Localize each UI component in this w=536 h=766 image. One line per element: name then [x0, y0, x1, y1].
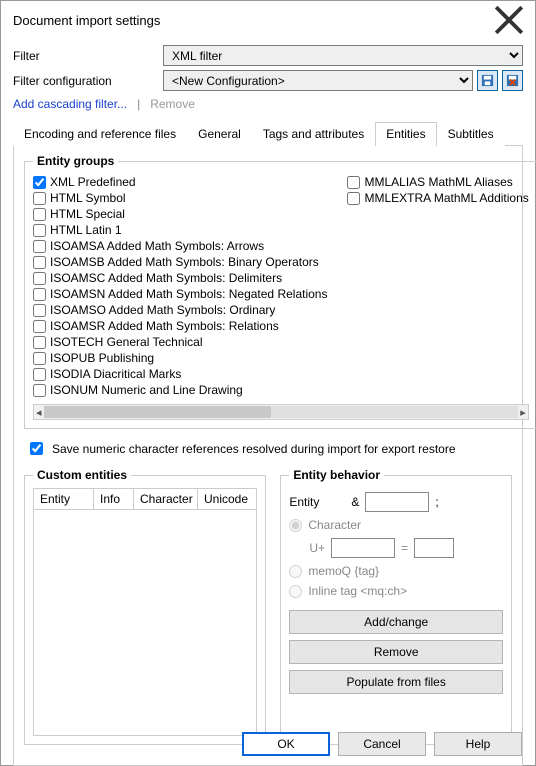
tab-tag[interactable]: Tags and attributes [252, 122, 375, 146]
col-character[interactable]: Character [134, 489, 198, 509]
tab-ent[interactable]: Entities [375, 122, 436, 146]
entity-group-checkbox[interactable]: HTML Special [33, 206, 327, 222]
add-cascading-filter-link[interactable]: Add cascading filter... [13, 97, 127, 111]
entity-group-checkbox[interactable]: ISOAMSN Added Math Symbols: Negated Rela… [33, 286, 327, 302]
entity-group-checkbox[interactable]: ISOAMSO Added Math Symbols: Ordinary [33, 302, 327, 318]
entity-group-checkbox[interactable]: MMLEXTRA MathML Additions [347, 190, 528, 206]
entity-label: Entity [289, 495, 345, 509]
col-info[interactable]: Info [94, 489, 134, 509]
populate-button[interactable]: Populate from files [289, 670, 503, 694]
tab-gen[interactable]: General [187, 122, 252, 146]
unicode-input[interactable] [331, 538, 395, 558]
tab-enc[interactable]: Encoding and reference files [13, 122, 187, 146]
close-icon[interactable] [493, 9, 525, 31]
filter-config-label: Filter configuration [13, 74, 163, 88]
col-unicode[interactable]: Unicode [198, 489, 256, 509]
scroll-left-icon[interactable]: ◂ [36, 406, 42, 419]
custom-entities-legend: Custom entities [33, 468, 131, 482]
horizontal-scrollbar[interactable]: ◂ ▸ [33, 404, 529, 420]
char-output[interactable] [414, 538, 454, 558]
tab-sub[interactable]: Subtitles [437, 122, 505, 146]
entity-group-checkbox[interactable]: ISOAMSC Added Math Symbols: Delimiters [33, 270, 327, 286]
entity-group-checkbox[interactable]: HTML Latin 1 [33, 222, 327, 238]
filter-config-select[interactable]: <New Configuration> [163, 70, 473, 91]
custom-entities-fieldset: Custom entities Entity Info Character Un… [24, 468, 266, 745]
save-config-icon[interactable] [477, 70, 498, 91]
remove-entity-button[interactable]: Remove [289, 640, 503, 664]
entity-group-checkbox[interactable]: HTML Symbol [33, 190, 327, 206]
radio-character[interactable]: Character [289, 518, 503, 532]
uplus-label: U+ [309, 541, 325, 555]
window-title: Document import settings [13, 13, 160, 28]
add-change-button[interactable]: Add/change [289, 610, 503, 634]
entity-group-checkbox[interactable]: ISOAMSR Added Math Symbols: Relations [33, 318, 327, 334]
entity-name-input[interactable] [365, 492, 429, 512]
filter-select[interactable]: XML filter [163, 45, 523, 66]
entity-behavior-legend: Entity behavior [289, 468, 384, 482]
entity-behavior-fieldset: Entity behavior Entity & ; Character U+ … [280, 468, 512, 745]
entity-group-checkbox[interactable]: ISOAMSB Added Math Symbols: Binary Opera… [33, 254, 327, 270]
entity-group-checkbox[interactable]: MMLALIAS MathML Aliases [347, 174, 528, 190]
filter-label: Filter [13, 49, 163, 63]
entity-groups-fieldset: Entity groups XML PredefinedHTML SymbolH… [24, 154, 536, 429]
help-button[interactable]: Help [434, 732, 522, 756]
separator: | [137, 97, 140, 111]
scroll-right-icon[interactable]: ▸ [520, 406, 526, 419]
col-entity[interactable]: Entity [34, 489, 94, 509]
entity-group-checkbox[interactable]: ISONUM Numeric and Line Drawing [33, 382, 327, 398]
cancel-button[interactable]: Cancel [338, 732, 426, 756]
entity-group-checkbox[interactable]: XML Predefined [33, 174, 327, 190]
entity-group-checkbox[interactable]: ISOAMSA Added Math Symbols: Arrows [33, 238, 327, 254]
remove-filter-link: Remove [150, 97, 195, 111]
entity-group-checkbox[interactable]: ISODIA Diacritical Marks [33, 366, 327, 382]
ok-button[interactable]: OK [242, 732, 330, 756]
custom-entities-header: Entity Info Character Unicode [33, 488, 257, 510]
entity-group-checkbox[interactable]: ISOTECH General Technical [33, 334, 327, 350]
delete-config-icon[interactable] [502, 70, 523, 91]
radio-inline-tag[interactable]: Inline tag <mq:ch> [289, 584, 503, 598]
entity-group-checkbox[interactable]: ISOPUB Publishing [33, 350, 327, 366]
save-refs-checkbox[interactable]: Save numeric character references resolv… [26, 439, 512, 458]
radio-memoq-tag[interactable]: memoQ {tag} [289, 564, 503, 578]
custom-entities-list[interactable] [33, 510, 257, 736]
entity-groups-legend: Entity groups [33, 154, 118, 168]
